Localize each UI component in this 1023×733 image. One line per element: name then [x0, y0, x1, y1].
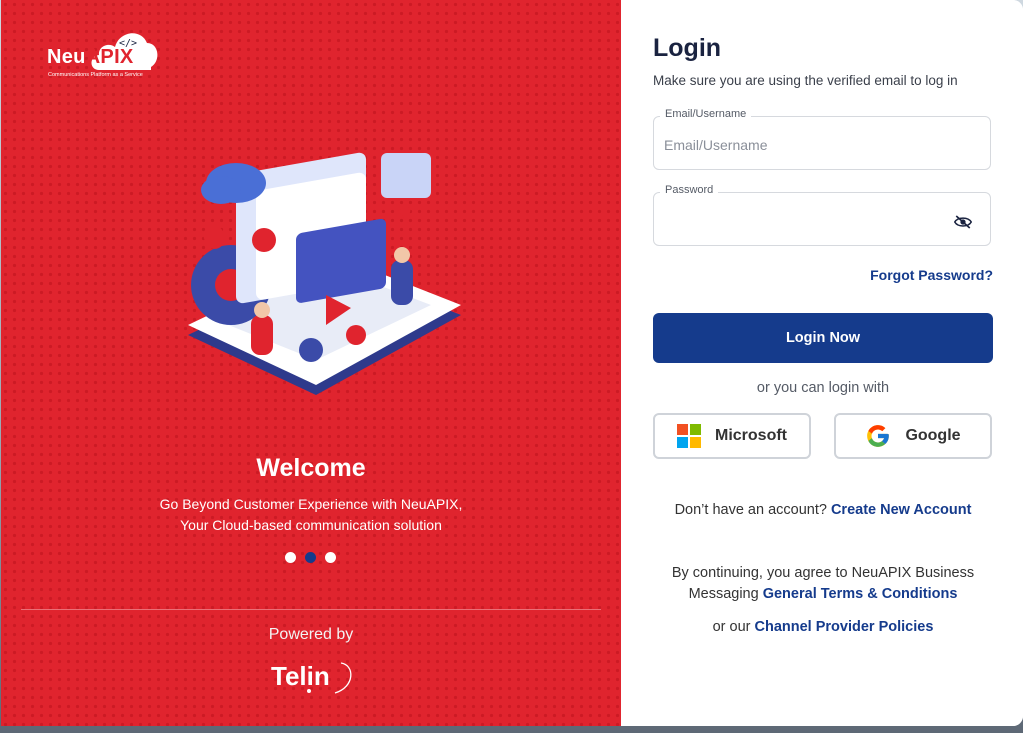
forgot-password-link[interactable]: Forgot Password? [870, 267, 993, 283]
login-card: </> NeuAPIX Communications Platform as a… [1, 0, 1023, 726]
microsoft-login-button[interactable]: Microsoft [653, 413, 811, 459]
neuapix-logo: </> NeuAPIX Communications Platform as a… [47, 26, 159, 84]
email-label: Email/Username [660, 108, 752, 120]
microsoft-icon [677, 424, 701, 448]
google-icon [867, 425, 890, 447]
create-account-link[interactable]: Create New Account [831, 502, 971, 518]
hero-subtitle: Go Beyond Customer Experience with NeuAP… [1, 494, 621, 536]
login-subtitle: Make sure you are using the verified ema… [653, 73, 958, 88]
eye-off-icon[interactable] [954, 215, 972, 229]
carousel-dot-1[interactable] [285, 552, 296, 563]
logo-prefix: Neu [47, 46, 86, 68]
login-panel: Login Make sure you are using the verifi… [621, 0, 1023, 726]
hero-subtitle-line-1: Go Beyond Customer Experience with NeuAP… [159, 496, 463, 512]
password-field[interactable]: Password [653, 184, 991, 246]
powered-by-label: Powered by [268, 626, 354, 643]
login-now-button[interactable]: Login Now [653, 313, 993, 363]
logo-wordmark: NeuAPIX [47, 46, 134, 69]
telin-wordmark: Telin [271, 661, 330, 691]
google-login-button[interactable]: Google [834, 413, 992, 459]
signup-prompt: Don’t have an account? [674, 502, 827, 518]
password-input[interactable] [664, 213, 944, 229]
carousel-dot-3[interactable] [325, 552, 336, 563]
welcome-title: Welcome [256, 454, 366, 482]
signup-row: Don’t have an account? Create New Accoun… [653, 502, 993, 518]
logo-tagline: Communications Platform as a Service [48, 72, 143, 78]
hero-divider [21, 609, 601, 610]
login-title: Login [653, 34, 722, 62]
hero-panel: </> NeuAPIX Communications Platform as a… [1, 0, 621, 726]
carousel-dot-2[interactable] [305, 552, 316, 563]
hero-subtitle-line-2: Your Cloud-based communication solution [180, 517, 442, 533]
telin-logo: Telin [271, 661, 352, 694]
policy-link[interactable]: Channel Provider Policies [755, 619, 934, 635]
password-label: Password [660, 184, 719, 196]
logo-highlight: APIX [85, 46, 134, 68]
policy-notice: or our Channel Provider Policies [653, 619, 993, 635]
terms-link[interactable]: General Terms & Conditions [763, 586, 958, 602]
terms-notice: By continuing, you agree to NeuAPIX Busi… [653, 563, 993, 605]
google-label: Google [905, 427, 961, 444]
email-field[interactable]: Email/Username [653, 108, 991, 170]
microsoft-label: Microsoft [715, 427, 787, 444]
email-input[interactable] [664, 137, 944, 153]
communication-illustration [188, 152, 461, 395]
carousel-indicator [285, 552, 336, 563]
alt-login-text: or you can login with [756, 380, 890, 396]
policy-prefix: or our [712, 619, 751, 635]
